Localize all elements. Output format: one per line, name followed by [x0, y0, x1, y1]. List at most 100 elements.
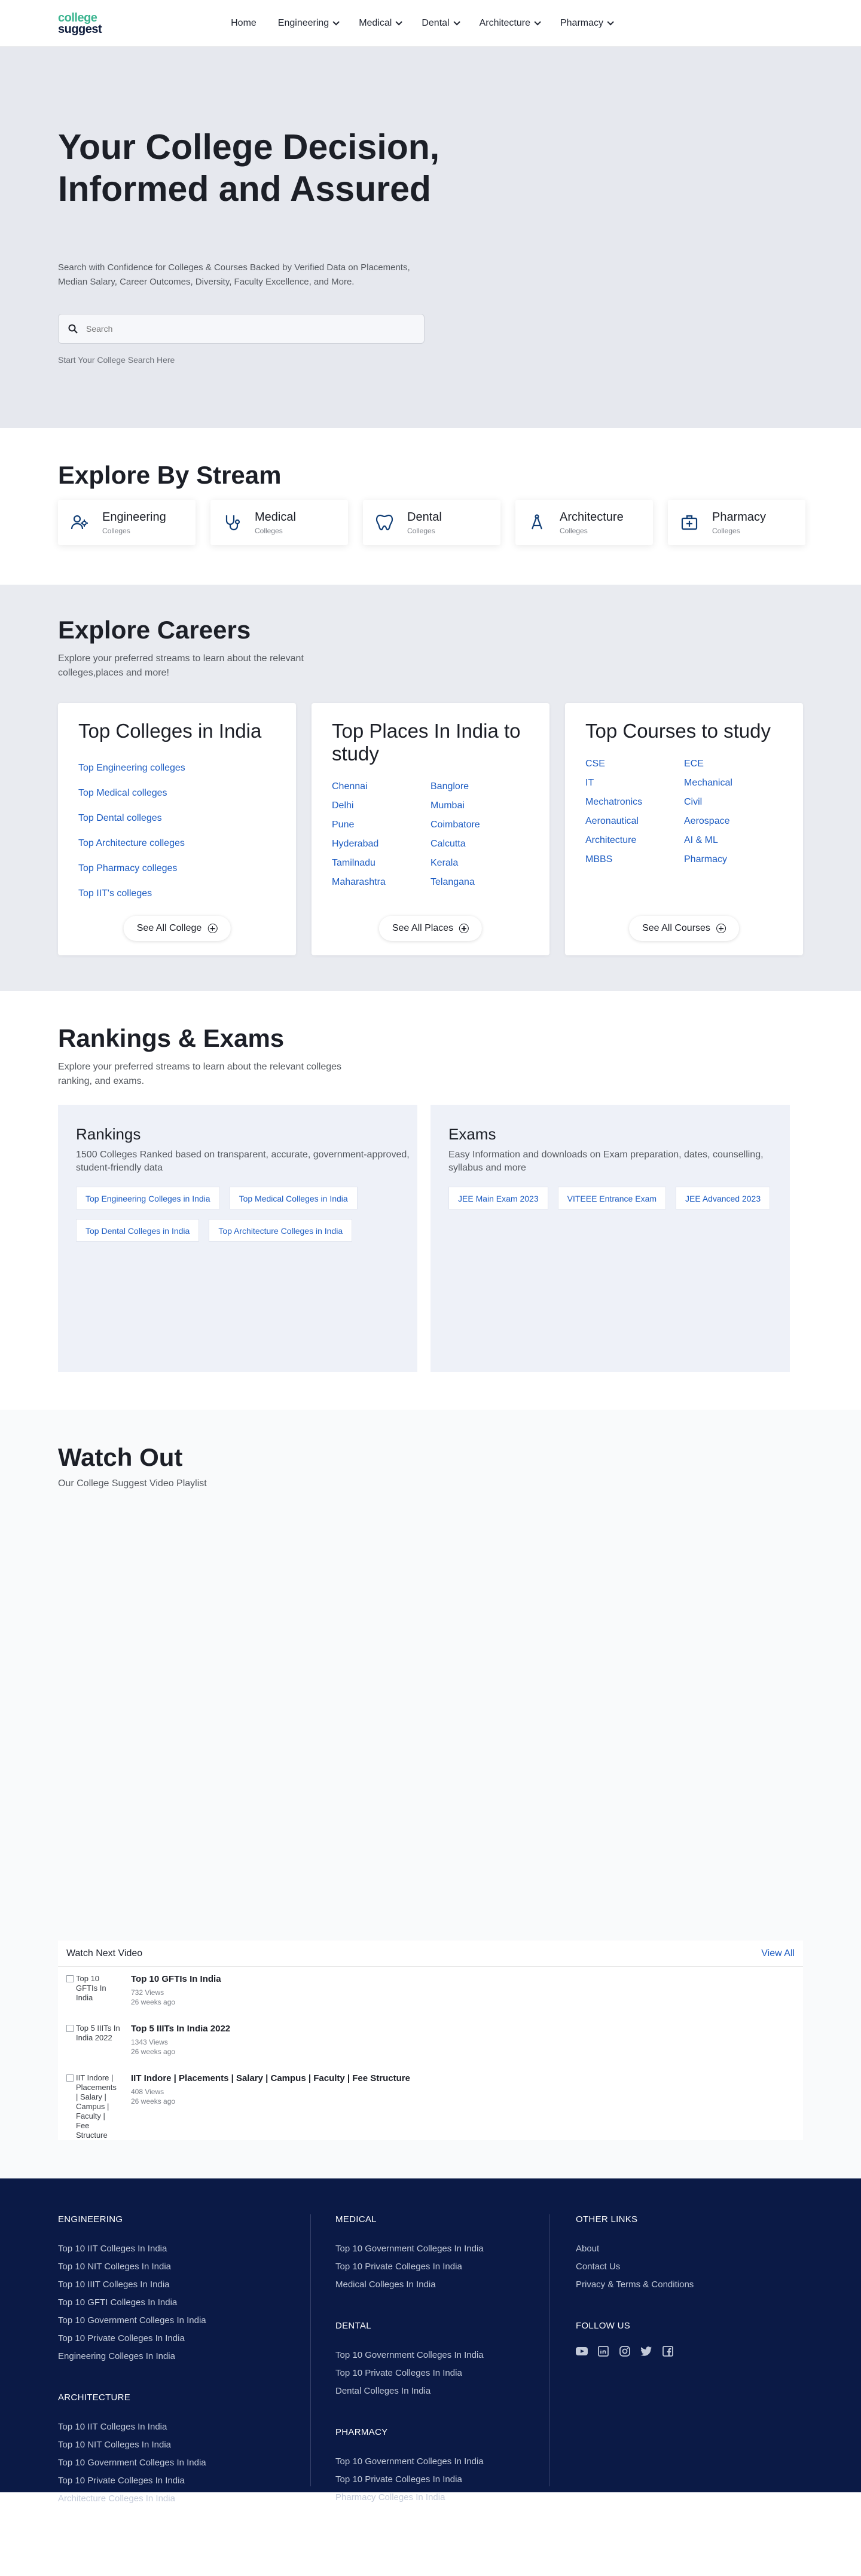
video-title[interactable]: IIT Indore | Placements | Salary | Campu…: [131, 2073, 410, 2083]
link-item[interactable]: Telangana: [430, 873, 529, 892]
link-item[interactable]: Hyderabad: [332, 835, 430, 854]
youtube-icon[interactable]: [576, 2345, 588, 2357]
stream-card-engineering[interactable]: Engineering Colleges: [58, 500, 196, 545]
video-title[interactable]: Top 5 IIITs In India 2022: [131, 2024, 230, 2034]
stethoscope-icon: [225, 515, 240, 531]
link-item[interactable]: Chennai: [332, 777, 430, 796]
footer-link[interactable]: Contact Us: [576, 2258, 694, 2276]
see-all-places-button[interactable]: See All Places: [378, 916, 483, 941]
footer-bottom-privacy[interactable]: Privacy & Terms & Conditions: [147, 2551, 265, 2562]
link-item[interactable]: Mechanical: [684, 774, 783, 793]
ranking-chip[interactable]: Top Dental Colleges in India: [76, 1219, 200, 1242]
footer-link[interactable]: Engineering Colleges In India: [58, 2348, 206, 2366]
view-all-link[interactable]: View All: [761, 1948, 795, 1959]
twitter-icon[interactable]: [640, 2345, 652, 2357]
linkedin-icon[interactable]: [597, 2345, 609, 2357]
link-item[interactable]: Banglore: [430, 777, 529, 796]
link-item[interactable]: Delhi: [332, 796, 430, 815]
link-item[interactable]: MBBS: [585, 850, 684, 869]
footer-link[interactable]: Top 10 IIIT Colleges In India: [58, 2276, 206, 2294]
ranking-chip[interactable]: Top Architecture Colleges in India: [209, 1219, 353, 1242]
video-item[interactable]: Top 5 IIITs In India 2022 Top 5 IIITs In…: [66, 2024, 230, 2056]
exam-chip[interactable]: JEE Advanced 2023: [676, 1187, 771, 1209]
video-thumbnail[interactable]: IIT Indore | Placements | Salary | Campu…: [66, 2073, 120, 2140]
link-item[interactable]: Aeronautical: [585, 812, 684, 831]
footer-link[interactable]: Privacy & Terms & Conditions: [576, 2276, 694, 2294]
facebook-icon[interactable]: [662, 2345, 674, 2357]
footer-link[interactable]: Pharmacy Colleges In India: [335, 2489, 484, 2507]
link-item[interactable]: Pune: [332, 815, 430, 835]
nav-medical[interactable]: Medical: [359, 18, 403, 29]
copyright-link[interactable]: Collegesuggest.Com.: [634, 2551, 719, 2562]
video-item[interactable]: IIT Indore | Placements | Salary | Campu…: [66, 2073, 410, 2140]
link-item[interactable]: Mumbai: [430, 796, 529, 815]
footer-link[interactable]: About: [576, 2240, 694, 2258]
video-thumbnail[interactable]: Top 5 IIITs In India 2022: [66, 2024, 120, 2056]
link-item[interactable]: Top Engineering colleges: [78, 756, 276, 781]
exam-chip[interactable]: VITEEE Entrance Exam: [557, 1187, 667, 1209]
link-item[interactable]: Maharashtra: [332, 873, 430, 892]
exam-chip[interactable]: JEE Main Exam 2023: [448, 1187, 548, 1209]
link-item[interactable]: Top Architecture colleges: [78, 831, 276, 856]
stream-card-pharmacy[interactable]: Pharmacy Colleges: [668, 500, 805, 545]
footer-bottom-about[interactable]: About: [58, 2551, 81, 2562]
footer-link[interactable]: Top 10 Private Colleges In India: [335, 2258, 484, 2276]
instagram-icon[interactable]: [619, 2345, 631, 2357]
footer-link[interactable]: Architecture Colleges In India: [58, 2490, 206, 2508]
footer-link[interactable]: Top 10 Private Colleges In India: [58, 2330, 206, 2348]
link-item[interactable]: IT: [585, 774, 684, 793]
footer-link[interactable]: Top 10 Government Colleges In India: [58, 2312, 206, 2330]
link-item[interactable]: CSE: [585, 754, 684, 774]
nav-dental[interactable]: Dental: [422, 18, 460, 29]
see-all-college-button[interactable]: See All College: [123, 916, 231, 941]
stream-card-architecture[interactable]: Architecture Colleges: [515, 500, 653, 545]
footer-link[interactable]: Top 10 NIT Colleges In India: [58, 2258, 206, 2276]
see-all-courses-button[interactable]: See All Courses: [629, 916, 739, 941]
search-input[interactable]: [86, 324, 397, 334]
footer-bottom-contact[interactable]: Contact Us: [92, 2551, 136, 2562]
footer-link[interactable]: Medical Colleges In India: [335, 2276, 484, 2294]
video-title[interactable]: Top 10 GFTIs In India: [131, 1974, 221, 1984]
footer-link[interactable]: Top 10 NIT Colleges In India: [58, 2436, 206, 2454]
link-item[interactable]: Aerospace: [684, 812, 783, 831]
link-item[interactable]: AI & ML: [684, 831, 783, 850]
ranking-chip[interactable]: Top Engineering Colleges in India: [76, 1187, 220, 1209]
nav-engineering[interactable]: Engineering: [278, 18, 340, 29]
footer-link[interactable]: Top 10 Government Colleges In India: [58, 2454, 206, 2472]
video-thumbnail[interactable]: Top 10 GFTIs In India: [66, 1974, 120, 2007]
stream-card-medical[interactable]: Medical Colleges: [210, 500, 348, 545]
nav-home[interactable]: Home: [231, 18, 257, 29]
footer-link[interactable]: Top 10 Private Colleges In India: [335, 2471, 484, 2489]
footer-link[interactable]: Top 10 Government Colleges In India: [335, 2240, 484, 2258]
footer-link[interactable]: Top 10 Government Colleges In India: [335, 2453, 484, 2471]
footer-link[interactable]: Top 10 Private Colleges In India: [335, 2364, 484, 2382]
link-item[interactable]: Tamilnadu: [332, 854, 430, 873]
link-item[interactable]: Mechatronics: [585, 793, 684, 812]
plus-circle-icon: [207, 924, 218, 933]
link-item[interactable]: Architecture: [585, 831, 684, 850]
link-item[interactable]: Kerala: [430, 854, 529, 873]
link-item[interactable]: Top Medical colleges: [78, 781, 276, 806]
link-item[interactable]: Calcutta: [430, 835, 529, 854]
link-item[interactable]: Top Dental colleges: [78, 806, 276, 831]
nav-architecture[interactable]: Architecture: [480, 18, 541, 29]
link-item[interactable]: Pharmacy: [684, 850, 783, 869]
video-item[interactable]: Top 10 GFTIs In India Top 10 GFTIs In In…: [66, 1974, 221, 2007]
stream-card-dental[interactable]: Dental Colleges: [363, 500, 500, 545]
link-item[interactable]: ECE: [684, 754, 783, 774]
footer-link[interactable]: Top 10 IIT Colleges In India: [58, 2418, 206, 2436]
link-item[interactable]: Coimbatore: [430, 815, 529, 835]
video-age: 26 weeks ago: [131, 2048, 176, 2056]
footer-link[interactable]: Top 10 IIT Colleges In India: [58, 2240, 206, 2258]
site-logo[interactable]: college suggest: [58, 12, 102, 35]
stream-title: Explore By Stream: [58, 461, 282, 489]
nav-pharmacy[interactable]: Pharmacy: [560, 18, 614, 29]
footer-link[interactable]: Top 10 GFTI Colleges In India: [58, 2294, 206, 2312]
footer-link[interactable]: Top 10 Government Colleges In India: [335, 2346, 484, 2364]
link-item[interactable]: Top IIT's colleges: [78, 881, 276, 906]
ranking-chip[interactable]: Top Medical Colleges in India: [229, 1187, 358, 1209]
link-item[interactable]: Civil: [684, 793, 783, 812]
footer-link[interactable]: Dental Colleges In India: [335, 2382, 484, 2400]
footer-link[interactable]: Top 10 Private Colleges In India: [58, 2472, 206, 2490]
link-item[interactable]: Top Pharmacy colleges: [78, 856, 276, 881]
